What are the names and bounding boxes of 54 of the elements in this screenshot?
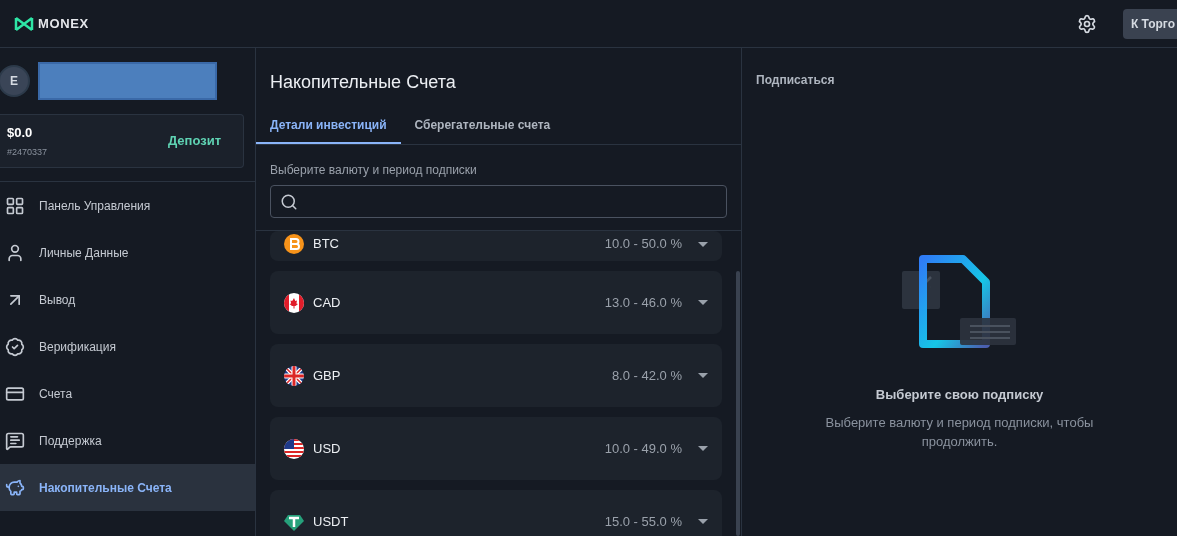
balance: $0.0 — [7, 124, 34, 142]
currency-code: USDT — [313, 512, 349, 531]
sidebar-item[interactable]: Накопительные Счета — [0, 464, 255, 511]
dashboard-icon — [5, 195, 25, 216]
canada-flag-icon — [284, 292, 304, 313]
account-number: #2470337 — [7, 145, 49, 159]
currency-code: USD — [313, 439, 341, 458]
settings-button[interactable] — [1076, 13, 1097, 34]
caret-icon — [698, 300, 708, 305]
currency-card[interactable]: CAD 13.0 - 46.0 % — [270, 271, 722, 334]
us-flag-icon — [284, 438, 304, 459]
logo-icon — [14, 15, 34, 32]
caret-icon — [698, 446, 708, 451]
empty-state-title: Выберите свою подписку — [875, 386, 1044, 404]
currency-card[interactable]: GBP 8.0 - 42.0 % — [270, 344, 722, 407]
currency-code: BTC — [313, 235, 339, 254]
currency-code: CAD — [313, 293, 341, 312]
rate-range: 10.0 - 49.0 % — [604, 439, 682, 458]
chat-icon — [5, 430, 25, 451]
search-field[interactable] — [270, 185, 727, 218]
caret-icon — [698, 373, 708, 378]
logo-text: MONEX — [38, 14, 89, 33]
sidebar-item[interactable]: Счета — [0, 370, 255, 417]
rate-range: 8.0 - 42.0 % — [611, 366, 682, 385]
caret-icon — [698, 519, 708, 524]
empty-state-text: Выберите валюту и период подписки, чтобы продолжить. — [824, 413, 1095, 451]
field-label: Выберите валюту и период подписки — [270, 162, 478, 179]
verification-icon — [5, 336, 25, 357]
panel-title: Подписаться — [755, 72, 836, 89]
rate-range: 10.0 - 50.0 % — [604, 235, 682, 254]
currency-card[interactable]: BTC 10.0 - 50.0 % — [270, 231, 722, 261]
tab[interactable]: Сберегательные счета — [400, 116, 565, 144]
person-icon — [5, 242, 25, 263]
sidebar-item[interactable]: Верификация — [0, 323, 255, 370]
piggy-bank-icon — [5, 477, 25, 498]
currency-code: GBP — [313, 366, 341, 385]
avatar: E — [0, 65, 30, 97]
bitcoin-icon — [284, 234, 304, 254]
sidebar-item[interactable]: Вывод — [0, 276, 255, 323]
caret-icon — [698, 241, 708, 247]
rate-range: 13.0 - 46.0 % — [604, 293, 682, 312]
sidebar-item[interactable]: Личные Данные — [0, 229, 255, 276]
trade-button[interactable]: К Торго — [1122, 8, 1177, 39]
deposit-button[interactable]: Депозит — [167, 131, 221, 151]
document-icon — [901, 255, 1018, 351]
tab[interactable]: Детали инвестиций — [256, 116, 401, 144]
search-icon — [280, 192, 298, 211]
currency-card[interactable]: USD 10.0 - 49.0 % — [270, 417, 722, 480]
sidebar-item[interactable]: Панель Управления — [0, 182, 255, 229]
uk-flag-icon — [284, 365, 304, 386]
currency-card[interactable]: USDT 15.0 - 55.0 % — [270, 490, 722, 536]
page-title: Накопительные Счета — [269, 71, 457, 94]
sidebar-item[interactable]: Поддержка — [0, 417, 255, 464]
rate-range: 15.0 - 55.0 % — [604, 512, 682, 531]
